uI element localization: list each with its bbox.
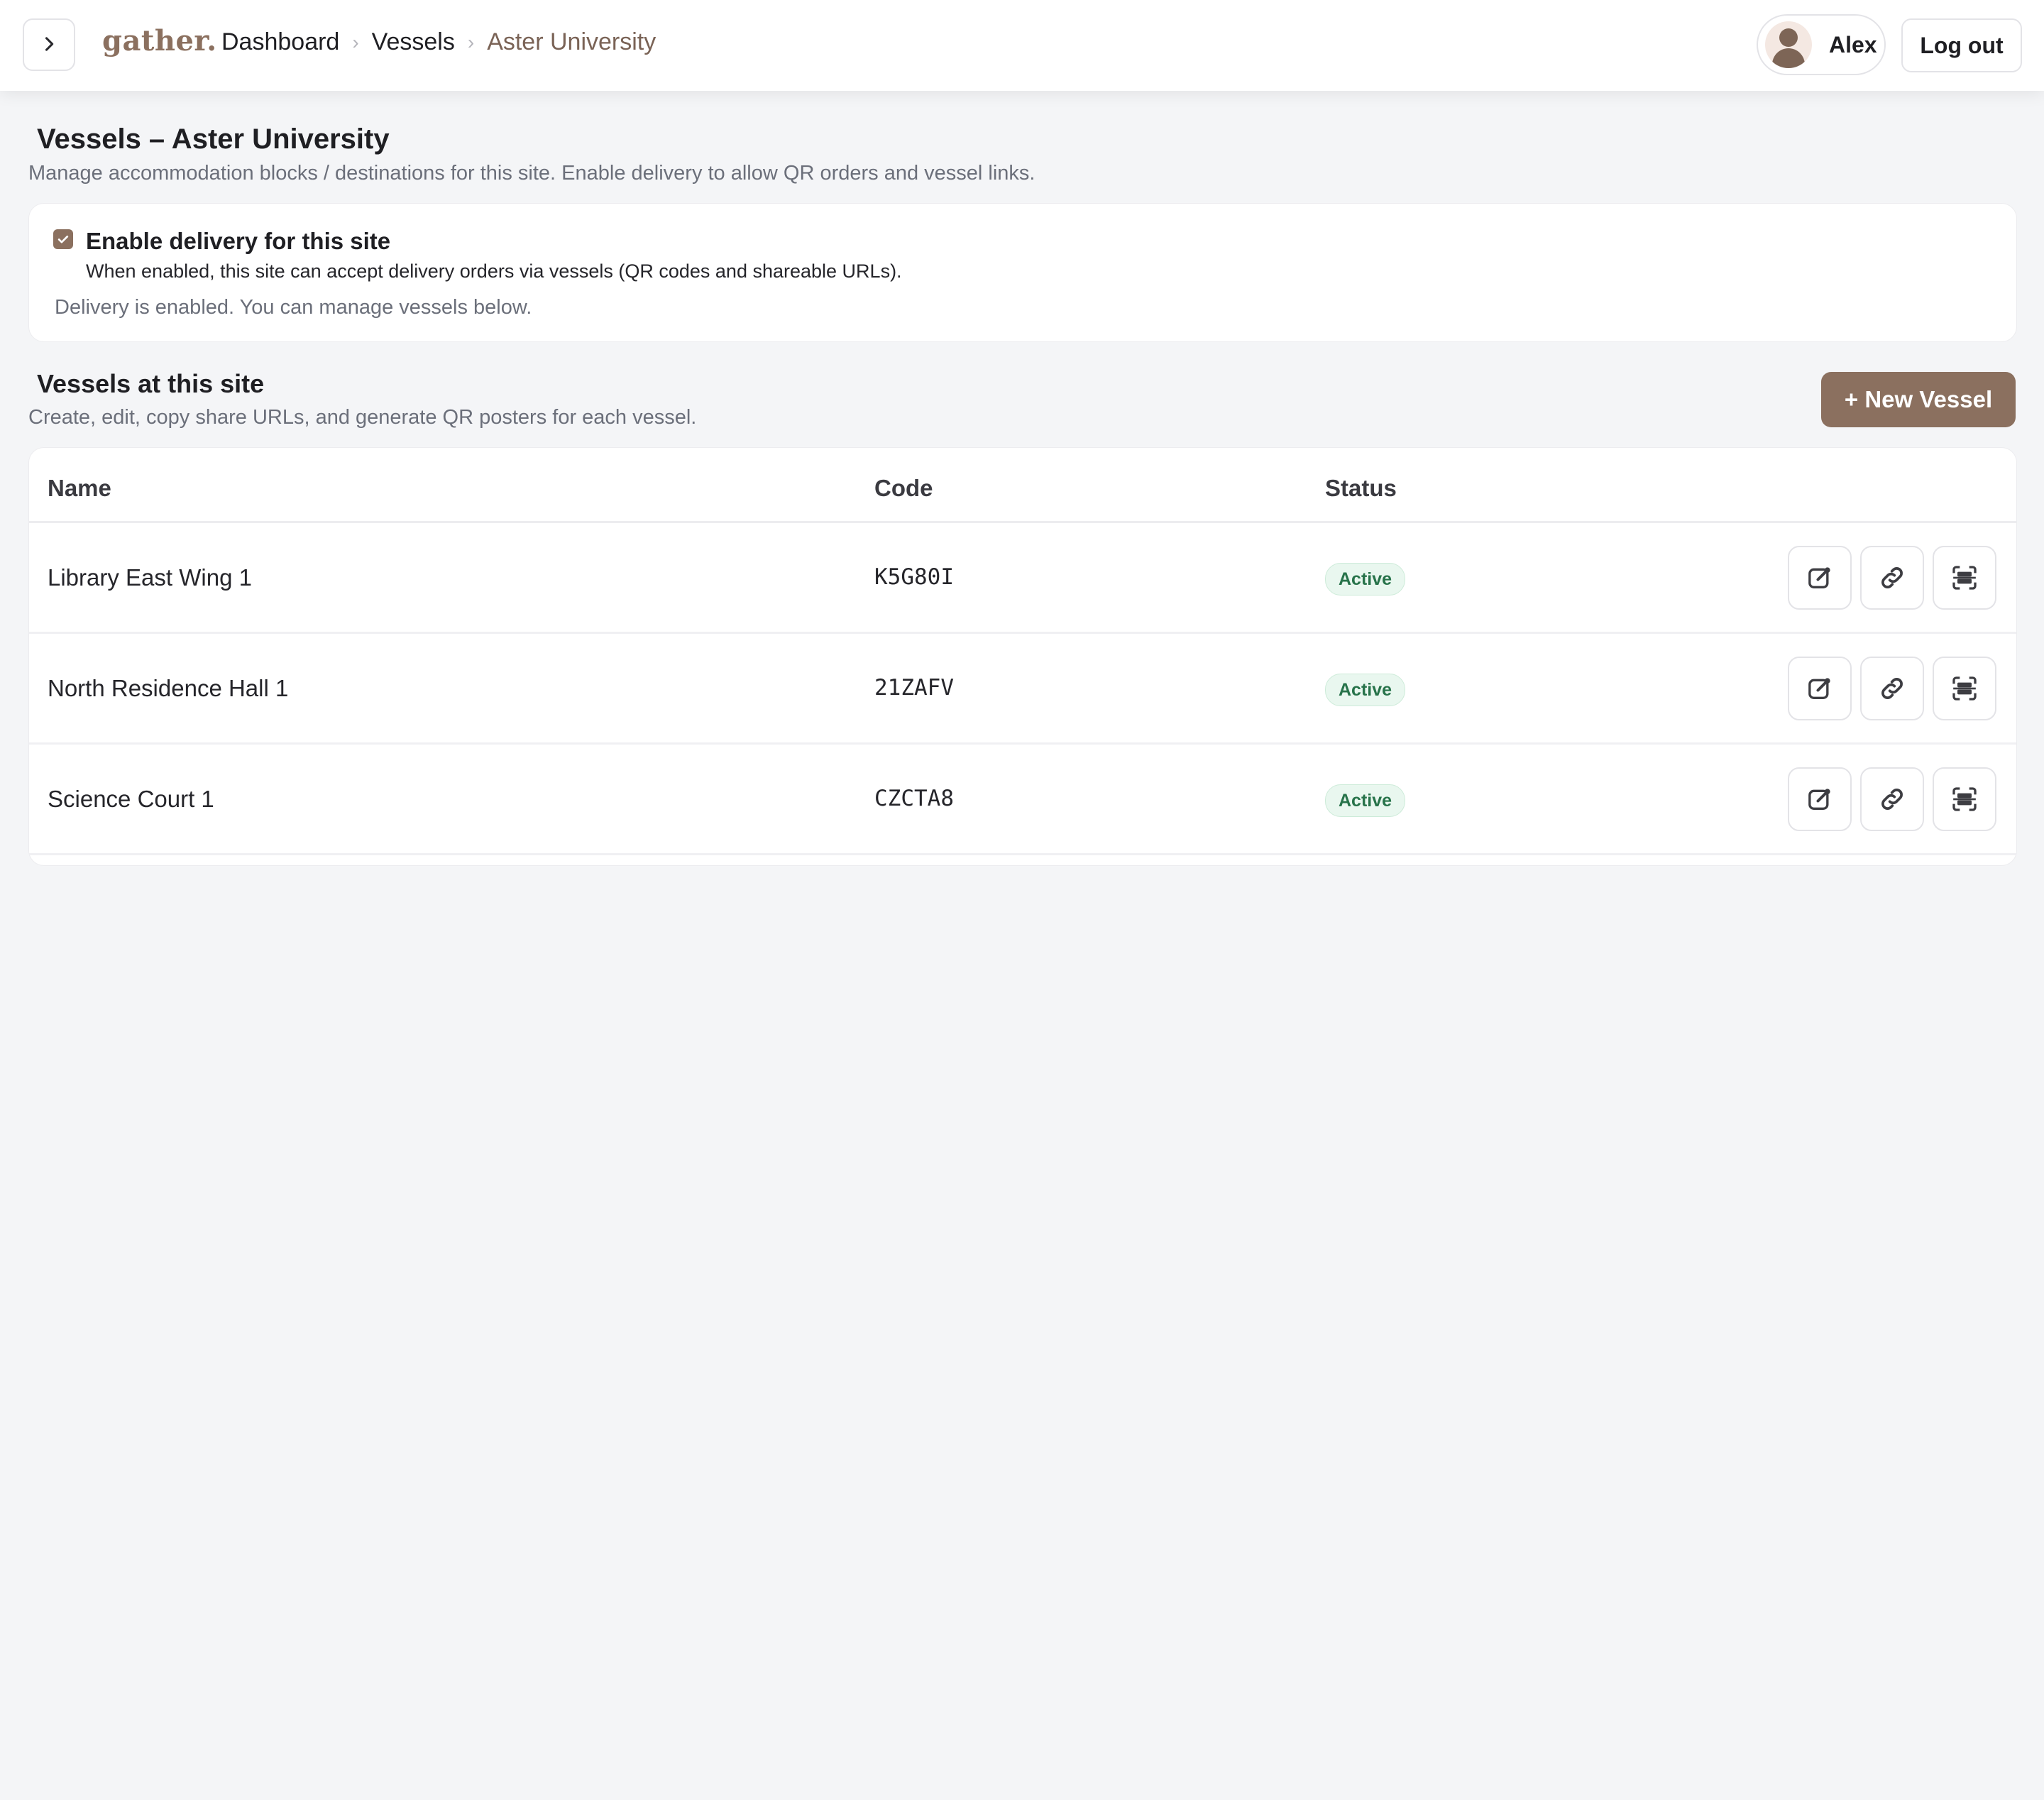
vessel-code: CZCTA8	[874, 786, 954, 811]
edit-vessel-button[interactable]	[1788, 546, 1852, 610]
breadcrumb: Dashboard › Vessels › Aster University	[221, 28, 656, 56]
logo[interactable]: gather.	[102, 24, 217, 57]
qr-scan-icon	[1952, 566, 1977, 590]
vessel-name: Library East Wing 1	[48, 564, 252, 591]
sidebar-toggle-button[interactable]	[23, 18, 75, 71]
breadcrumb-vessels[interactable]: Vessels	[372, 28, 455, 56]
table-row: Library East Wing 1 K5G80I Active	[29, 523, 2016, 634]
check-icon	[57, 235, 69, 243]
vessels-section-subtitle: Create, edit, copy share URLs, and gener…	[28, 406, 697, 429]
table-header: Name Code Status	[29, 448, 2016, 523]
edit-vessel-button[interactable]	[1788, 657, 1852, 720]
enable-delivery-checkbox[interactable]	[53, 229, 73, 249]
copy-share-url-button[interactable]	[1860, 546, 1924, 610]
edit-icon	[1808, 789, 1830, 810]
vessels-table: Name Code Status Library East Wing 1 K5G…	[28, 447, 2017, 866]
vessel-name: North Residence Hall 1	[48, 675, 289, 701]
page-title: Vessels – Aster University	[37, 124, 390, 155]
link-icon	[1881, 567, 1903, 588]
enable-delivery-label[interactable]: Enable delivery for this site	[86, 228, 390, 255]
status-badge: Active	[1325, 674, 1406, 706]
edit-icon	[1808, 567, 1830, 588]
avatar	[1765, 21, 1812, 68]
table-row: Science Court 1 CZCTA8 Active	[29, 745, 2016, 855]
top-bar: gather. Dashboard › Vessels › Aster Univ…	[0, 0, 2044, 91]
vessels-section-title: Vessels at this site	[37, 369, 265, 398]
vessel-code: 21ZAFV	[874, 675, 954, 701]
qr-scan-icon	[1952, 676, 1977, 701]
link-icon	[1881, 678, 1903, 699]
edit-vessel-button[interactable]	[1788, 767, 1852, 831]
breadcrumb-dashboard[interactable]: Dashboard	[221, 28, 339, 56]
vessel-code: K5G80I	[874, 564, 954, 590]
table-row: North Residence Hall 1 21ZAFV Active	[29, 634, 2016, 745]
status-badge: Active	[1325, 563, 1406, 596]
user-name: Alex	[1829, 31, 1877, 57]
link-icon	[1881, 789, 1903, 810]
qr-scan-icon	[1952, 787, 1977, 811]
vessel-name: Science Court 1	[48, 786, 214, 812]
edit-icon	[1808, 678, 1830, 699]
breadcrumb-separator-icon: ›	[467, 31, 475, 53]
new-vessel-button[interactable]: + New Vessel	[1821, 372, 2016, 427]
chevron-right-icon	[39, 34, 59, 56]
copy-share-url-button[interactable]	[1860, 657, 1924, 720]
delivery-settings-card: Enable delivery for this site When enabl…	[28, 203, 2017, 342]
generate-qr-poster-button[interactable]	[1933, 767, 1996, 831]
delivery-status-text: Delivery is enabled. You can manage vess…	[55, 296, 532, 319]
column-header-code[interactable]: Code	[874, 475, 933, 502]
breadcrumb-current: Aster University	[487, 28, 656, 55]
enable-delivery-description: When enabled, this site can accept deliv…	[86, 260, 902, 282]
logout-button[interactable]: Log out	[1901, 18, 2022, 72]
breadcrumb-separator-icon: ›	[352, 31, 359, 53]
column-header-status[interactable]: Status	[1325, 475, 1397, 502]
status-badge: Active	[1325, 784, 1406, 817]
column-header-name[interactable]: Name	[48, 475, 111, 502]
generate-qr-poster-button[interactable]	[1933, 657, 1996, 720]
user-menu[interactable]: Alex	[1757, 14, 1886, 75]
copy-share-url-button[interactable]	[1860, 767, 1924, 831]
generate-qr-poster-button[interactable]	[1933, 546, 1996, 610]
page-subtitle: Manage accommodation blocks / destinatio…	[28, 162, 1035, 185]
